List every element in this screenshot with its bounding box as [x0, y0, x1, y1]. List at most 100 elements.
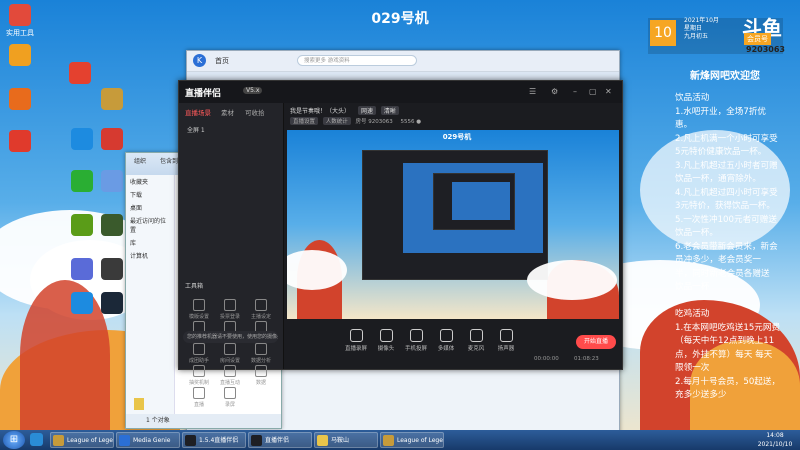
bottom-button[interactable]: 多媒体 — [432, 329, 460, 352]
app-icon — [71, 292, 93, 314]
zhibo-logo: 直播伴侣 — [185, 89, 222, 99]
close-icon[interactable]: ✕ — [605, 87, 612, 96]
bottom-button[interactable]: 扬声器 — [492, 329, 520, 352]
tool-item[interactable]: 投票登录 — [216, 299, 244, 320]
zhibo-window[interactable]: 直播伴侣 V5.x ☰ ⚙ – ▢ ✕ 直播场景 素材 可收拾 全屏 1 工具箱… — [178, 80, 623, 408]
tool-item[interactable]: 抽奖机制 — [185, 365, 213, 386]
clock[interactable]: 14:08 2021/10/10 — [752, 431, 798, 449]
room-title[interactable]: 我是节奏哦！（大头） — [290, 108, 350, 115]
date-line: 星期日 — [684, 25, 703, 32]
steam-icon — [101, 292, 123, 314]
desktop-icon[interactable] — [0, 130, 40, 154]
notice-line: 3元特价，获得饮品一杯。 — [675, 201, 775, 211]
bottom-button[interactable]: 手机投屏 — [402, 329, 430, 352]
k-logo-icon: K — [193, 54, 206, 67]
day-number: 10 — [650, 20, 676, 46]
taskbar-item-label: 1.5.4直播伴侣 — [199, 437, 239, 444]
explorer-sidebar-item[interactable]: 库 — [126, 236, 174, 249]
desktop-icon[interactable]: 实用工具 — [0, 4, 40, 38]
explorer-sidebar-item[interactable]: 桌面 — [126, 201, 174, 214]
menu-icon[interactable]: ☰ — [529, 87, 536, 96]
member-tag: 会员号 — [744, 33, 771, 45]
notice-line: 饮品活动 — [675, 93, 710, 103]
tool-item[interactable]: 直播互动 — [216, 365, 244, 386]
zhibo-titlebar: 直播伴侣 V5.x ☰ ⚙ – ▢ ✕ — [179, 81, 622, 103]
nested-window-2 — [433, 173, 515, 230]
go-live-button[interactable]: 开始直播 — [576, 335, 616, 349]
tool-item[interactable]: 模版设置 — [185, 299, 213, 320]
explorer-sidebar-item[interactable]: 下载 — [126, 188, 174, 201]
desktop: 029号机 实用工具 10 2021年10月 星期日 九月初五 斗鱼 会员号 9… — [0, 0, 800, 450]
zhibo-bottom-bar: 开始直播 00:00:00 01:08:23 直播录屏 摄像头 手机投屏 多媒体 麦克风… — [284, 323, 622, 369]
bottom-button-icon — [499, 329, 513, 342]
camera-hint[interactable]: 您的推荐机器请不要使用，使用您的摄像头。 — [183, 331, 278, 343]
desktop-icon[interactable] — [60, 62, 100, 86]
app-icon — [71, 214, 93, 236]
clock-time: 14:08 — [766, 432, 784, 439]
viewer-count-chip[interactable]: 人数统计 — [322, 117, 351, 125]
bottom-button-label: 麦克风 — [467, 346, 485, 352]
tool-item[interactable]: 直播 — [185, 387, 213, 408]
tool-item[interactable]: 数据 — [247, 365, 275, 386]
bottom-button-icon — [439, 329, 453, 342]
taskbar-item[interactable]: League of Legends — [380, 432, 444, 448]
maximize-icon[interactable]: ▢ — [589, 87, 597, 96]
preview-title: 029号机 — [442, 133, 472, 141]
network-chip[interactable]: 网速 — [357, 106, 376, 115]
desktop-icon[interactable] — [62, 292, 102, 316]
taskbar-item[interactable]: League of Legends — [50, 432, 114, 448]
ie-icon[interactable] — [30, 433, 43, 446]
bottom-button[interactable]: 麦克风 — [462, 329, 490, 352]
tool-item[interactable]: 录屏 — [216, 387, 244, 408]
start-button[interactable]: ⊞ — [3, 431, 25, 449]
taskbar-app-icon — [53, 435, 64, 446]
tool-item[interactable]: 房间设置 — [216, 343, 244, 364]
live-timer: 00:00:00 — [534, 356, 559, 362]
taskbar-item[interactable]: 马鞍山 — [314, 432, 378, 448]
notice-line: 1.水吧开业，全场7折优 — [675, 106, 767, 117]
tool-icon — [224, 365, 236, 377]
tab-scenes[interactable]: 直播场景 — [185, 107, 211, 117]
desktop-icon[interactable] — [0, 44, 40, 68]
desktop-icon[interactable] — [92, 128, 132, 152]
app-icon — [101, 170, 123, 192]
desktop-icon[interactable] — [0, 88, 40, 112]
welcome-text: 新烽网吧欢迎您 — [690, 71, 760, 82]
tool-label: 直播 — [193, 402, 204, 408]
browser-search-input[interactable]: 搜索更多 游戏资料 — [297, 55, 417, 66]
tool-item[interactable]: 成团助手 — [185, 343, 213, 364]
notice-line: 员冲多少，老会员奖一 — [675, 255, 761, 265]
taskbar-app-icon — [317, 435, 328, 446]
tool-item[interactable]: 主播设定 — [247, 299, 275, 320]
scene-item[interactable]: 全屏 1 — [187, 125, 205, 134]
taskbar-item[interactable]: 1.5.4直播伴侣 — [182, 432, 246, 448]
bottom-button-label: 直播录屏 — [344, 346, 367, 352]
notice-line: 充多少送多少 — [675, 390, 727, 400]
lol-icon — [101, 88, 123, 110]
taskbar-item[interactable]: Media Genie — [116, 432, 180, 448]
live-preview[interactable]: 029号机 — [287, 130, 619, 319]
bottom-button[interactable]: 直播录屏 — [342, 329, 370, 352]
zhibo-main: 我是节奏哦！（大头） 网速 清晰 直播设置 人数统计 房号 9203063 55… — [284, 103, 622, 369]
bottom-button[interactable]: 摄像头 — [372, 329, 400, 352]
explorer-nav-organize[interactable]: 组织 — [134, 156, 146, 165]
zhibo-left-panel: 直播场景 素材 可收拾 全屏 1 工具箱 模版设置投票登录主播设定视频连麦多人连… — [179, 103, 284, 408]
desktop-icon[interactable] — [92, 88, 132, 112]
explorer-sidebar-item[interactable]: 计算机 — [126, 249, 174, 262]
quality-chip[interactable]: 清晰 — [380, 106, 399, 115]
minimize-icon[interactable]: – — [573, 87, 577, 96]
tool-icon — [193, 343, 205, 355]
game-icon — [101, 214, 123, 236]
live-settings-chip[interactable]: 直播设置 — [290, 117, 319, 125]
tool-item[interactable]: 数据分析 — [247, 343, 275, 364]
taskbar-item[interactable]: 直播伴侣 — [248, 432, 312, 448]
explorer-sidebar-item[interactable]: 收藏夹 — [126, 175, 174, 188]
tool-label: 录屏 — [224, 402, 235, 408]
explorer-sidebar-item[interactable]: 最近访问的位置 — [126, 214, 174, 236]
tab-assets[interactable]: 素材 — [221, 107, 234, 117]
game-icon — [101, 128, 123, 150]
app-icon — [101, 258, 123, 280]
settings-icon[interactable]: ⚙ — [551, 87, 558, 96]
notice-line: 3.凡上机超过五小时者可赠 — [675, 160, 778, 171]
tab-other[interactable]: 可收拾 — [245, 107, 265, 117]
